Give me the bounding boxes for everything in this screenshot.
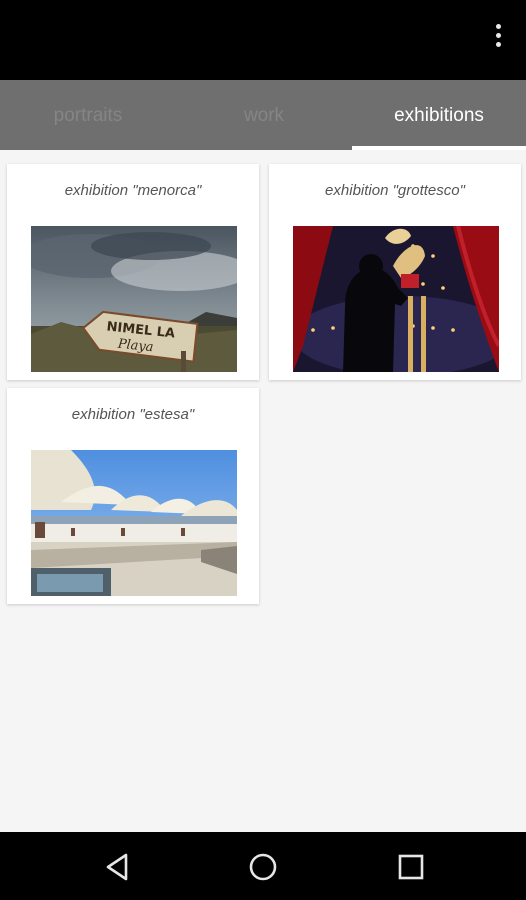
exhibition-card-menorca[interactable]: exhibition "menorca" NIMEL LA Playa <box>7 164 259 380</box>
exhibition-title: exhibition "estesa" <box>71 406 195 423</box>
exhibition-title: exhibition "grottesco" <box>325 182 465 199</box>
exhibition-thumbnail <box>293 226 499 372</box>
overflow-menu-icon[interactable] <box>492 24 504 54</box>
system-navigation-bar <box>0 832 526 900</box>
back-icon[interactable] <box>102 850 136 884</box>
exhibition-thumbnail <box>31 450 237 596</box>
exhibition-card-grottesco[interactable]: exhibition "grottesco" <box>269 164 521 380</box>
tab-work[interactable]: work <box>176 80 352 150</box>
tab-portraits[interactable]: portraits <box>0 80 176 150</box>
exhibition-grid: exhibition "menorca" NIMEL LA Playa exhi… <box>0 150 526 832</box>
exhibition-title: exhibition "menorca" <box>64 182 202 199</box>
exhibition-card-estesa[interactable]: exhibition "estesa" <box>7 388 259 604</box>
exhibition-thumbnail: NIMEL LA Playa <box>31 226 237 372</box>
recents-icon[interactable] <box>394 850 428 884</box>
status-bar <box>0 0 526 80</box>
tab-bar: portraits work exhibitions <box>0 80 526 150</box>
tab-exhibitions[interactable]: exhibitions <box>352 80 526 150</box>
home-icon[interactable] <box>246 850 280 884</box>
